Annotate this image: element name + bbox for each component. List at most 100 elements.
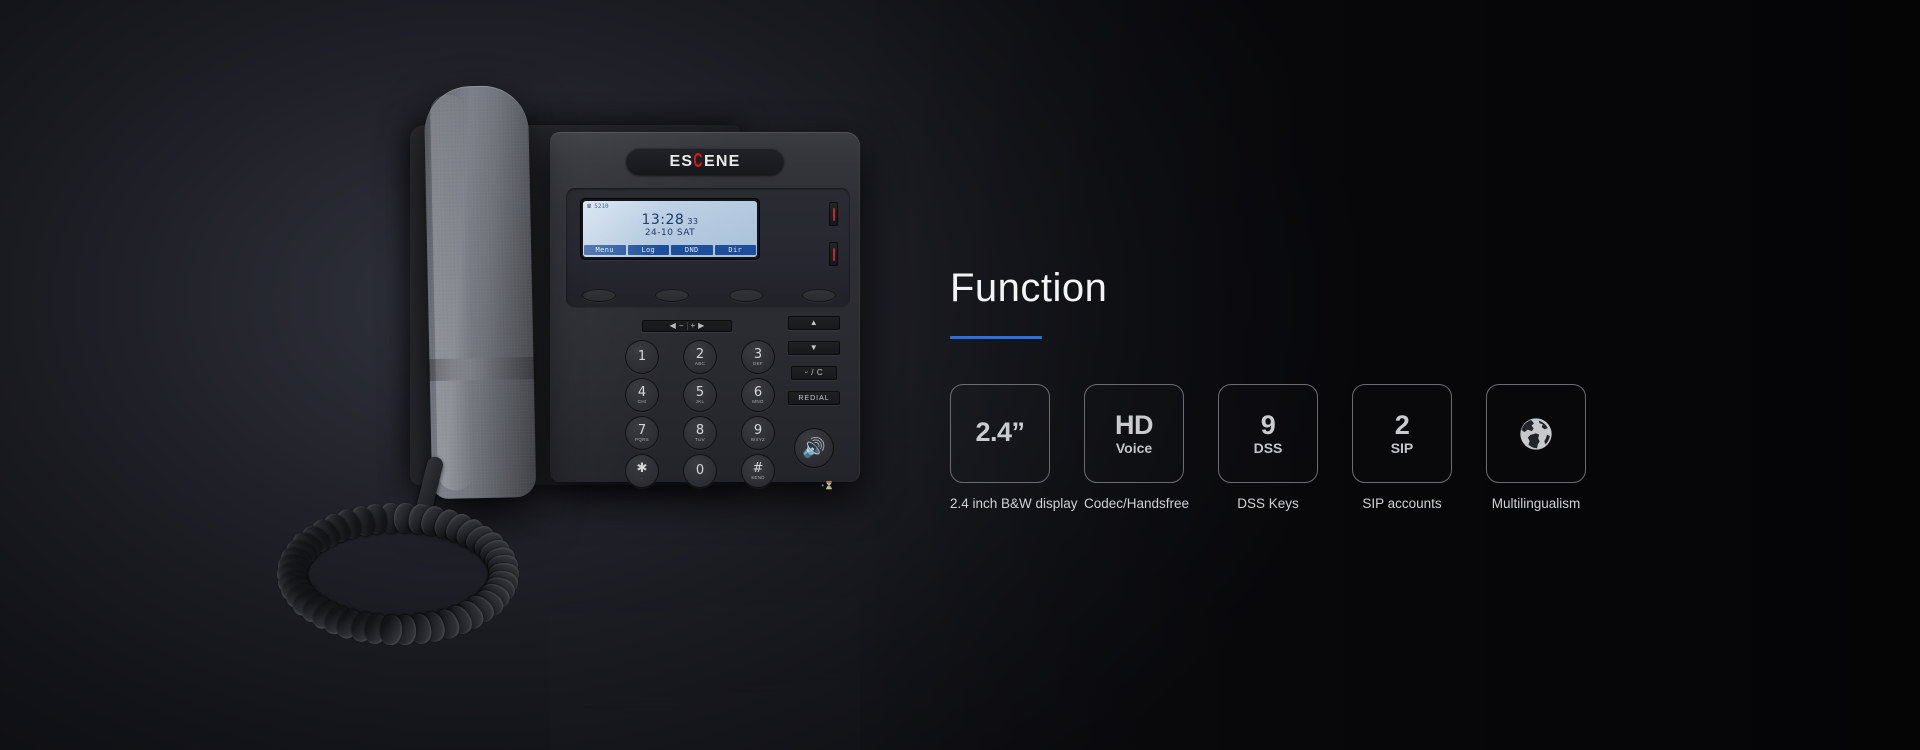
lcd-line-number: 5210: [594, 203, 609, 210]
lcd-softkey-bar: Menu Log DND Dir: [584, 245, 756, 255]
feature-card-codec[interactable]: HD Voice: [1084, 384, 1184, 483]
key-digit: 9: [753, 422, 763, 438]
keypad-key-6[interactable]: 6 MNO: [741, 378, 775, 412]
keypad-key-0[interactable]: 0: [683, 454, 717, 488]
key-letters: .: [641, 474, 643, 480]
softkey-button-1[interactable]: [582, 289, 616, 302]
feature-primary-label: 9: [1260, 410, 1276, 440]
key-digit: 0: [695, 463, 705, 478]
softkey-button-3[interactable]: [728, 289, 763, 302]
keypad-key-3[interactable]: 3 DEF: [741, 340, 775, 374]
title-accent-underline: [950, 336, 1042, 339]
lcd-softkey-dnd[interactable]: DND: [671, 245, 713, 255]
feature-caption-sip: SIP accounts: [1362, 496, 1442, 511]
screen-bezel: ☎ 5210 13:28 33 24-10 SAT Menu Log DND D…: [566, 188, 850, 308]
feature-caption-codec: Codec/Handsfree: [1084, 496, 1190, 511]
page-title: Function: [950, 266, 1108, 310]
globe-icon: [1516, 414, 1556, 454]
brand-suffix: ENE: [704, 152, 741, 170]
lcd-time-value: 13:28: [641, 212, 685, 228]
mute-clear-key[interactable]: ᵕ / C: [791, 366, 837, 380]
lcd-softkey-log[interactable]: Log: [627, 245, 669, 255]
handset-grip: [427, 356, 536, 382]
feature-card-sip[interactable]: 2 SIP: [1352, 384, 1452, 483]
key-digit: 2: [695, 346, 705, 362]
nav-up-key[interactable]: ▲: [788, 316, 840, 330]
page-canvas: ESCENE ☎ 5210 13:28 33 24-10 SAT Menu Lo…: [0, 0, 1920, 750]
key-letters: WXYZ: [750, 436, 766, 442]
key-letters: DEF: [753, 360, 763, 366]
feature-caption-dss: DSS Keys: [1237, 496, 1299, 511]
feature-card-multilingual[interactable]: [1486, 384, 1586, 483]
lcd-seconds-value: 33: [687, 217, 699, 226]
keypad-key-7[interactable]: 7 PQRS: [625, 416, 659, 450]
key-letters: GHI: [637, 398, 647, 404]
keypad-key-star[interactable]: ✱.: [625, 454, 659, 488]
brand-logo: ESCENE: [626, 148, 784, 175]
volume-left-arrow-icon: ◀: [669, 321, 676, 330]
line-led-1: [829, 202, 838, 226]
feature-card-display[interactable]: 2.4”: [950, 384, 1050, 483]
phone-unit: ESCENE ☎ 5210 13:28 33 24-10 SAT Menu Lo…: [276, 70, 920, 646]
feature-item-codec: HD Voice: [1084, 384, 1184, 483]
led-indicator-group: [829, 202, 838, 266]
reflected-phone-body: [550, 542, 860, 750]
keypad-key-hash[interactable]: # SEND: [741, 454, 775, 488]
key-digit: 5: [695, 384, 705, 400]
lcd-softkey-dir[interactable]: Dir: [714, 245, 756, 255]
keypad-key-9[interactable]: 9 WXYZ: [741, 416, 775, 450]
key-letters: SEND: [751, 474, 765, 480]
feature-primary-label: HD: [1115, 410, 1154, 440]
brand-prefix: ES: [669, 152, 694, 170]
keypad-key-4[interactable]: 4 GHI: [625, 378, 659, 412]
feature-secondary-label: SIP: [1390, 440, 1414, 456]
key-digit: 3: [753, 346, 763, 362]
handset-icon: ☎: [587, 202, 592, 210]
feature-item-sip: 2 SIP: [1352, 384, 1452, 483]
volume-rocker[interactable]: ◀ − + ▶: [642, 320, 732, 332]
key-digit: 8: [695, 422, 705, 438]
key-digit: 4: [637, 384, 647, 400]
phone-body: ESCENE ☎ 5210 13:28 33 24-10 SAT Menu Lo…: [550, 132, 860, 490]
softkey-button-2[interactable]: [655, 289, 690, 302]
redial-key[interactable]: REDIAL: [788, 391, 840, 405]
lcd-display: ☎ 5210 13:28 33 24-10 SAT Menu Log DND D…: [583, 201, 757, 257]
line-led-2: [829, 242, 838, 266]
feature-item-display: 2.4”: [950, 384, 1050, 483]
softkey-button-4[interactable]: [801, 289, 836, 302]
key-digit: 7: [637, 422, 647, 438]
handset-coiled-cord: [270, 450, 550, 680]
feature-secondary-label: Voice: [1115, 440, 1153, 456]
function-key-column: ▲ ▼ ᵕ / C REDIAL 🔊: [788, 316, 840, 468]
feature-secondary-label: DSS: [1253, 440, 1283, 456]
volume-plus-icon: +: [690, 321, 696, 330]
key-letters: ABC: [694, 360, 706, 366]
nav-down-key[interactable]: ▼: [788, 341, 840, 355]
key-letters: PQRS: [635, 436, 649, 442]
lcd-softkey-menu[interactable]: Menu: [584, 245, 626, 255]
feature-item-multilingual: [1486, 384, 1586, 483]
speaker-key[interactable]: 🔊: [794, 428, 834, 468]
keypad-key-1[interactable]: 1: [625, 340, 659, 374]
key-digit: ✱: [636, 460, 648, 476]
phone-handset: [423, 84, 537, 500]
feature-caption-display: 2.4 inch B&W display: [950, 496, 1078, 511]
lcd-status-bar: ☎ 5210: [587, 202, 609, 211]
key-digit: #: [752, 460, 764, 476]
key-digit: 1: [637, 349, 647, 364]
lcd-clock: 13:28 33: [583, 213, 757, 227]
volume-divider: [686, 322, 688, 330]
lcd-date: 24-10 SAT: [644, 228, 696, 238]
brand-mark: C: [693, 150, 704, 172]
speaker-icon: 🔊: [802, 438, 826, 459]
key-digit: 6: [753, 384, 763, 400]
volume-minus-icon: −: [678, 321, 684, 330]
keypad-key-5[interactable]: 5 JKL: [683, 378, 717, 412]
function-panel: Function 2.4” HD Voice 9 DSS 2 SIP 2.4 i…: [950, 268, 1670, 512]
keypad-key-8[interactable]: 8 TUV: [683, 416, 717, 450]
keypad-key-2[interactable]: 2 ABC: [683, 340, 717, 374]
feature-card-dss[interactable]: 9 DSS: [1218, 384, 1318, 483]
feature-primary-label: 2.4”: [975, 417, 1025, 447]
feature-caption-list: 2.4 inch B&W display Codec/Handsfree DSS…: [950, 496, 1670, 512]
feature-card-list: 2.4” HD Voice 9 DSS 2 SIP: [950, 384, 1670, 483]
